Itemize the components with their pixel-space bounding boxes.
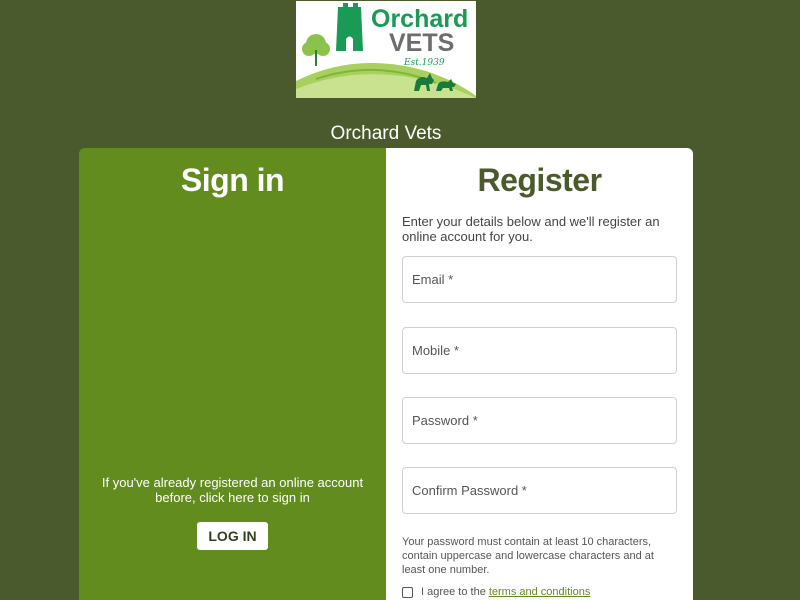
- register-intro: Enter your details below and we'll regis…: [402, 214, 660, 244]
- terms-agreement-row: I agree to the terms and conditions: [402, 586, 590, 598]
- login-button[interactable]: LOG IN: [197, 522, 268, 550]
- signin-description: If you've already registered an online a…: [101, 475, 364, 505]
- page: Orchard VETS Est.1939 Orchard Vets Sign …: [0, 0, 800, 600]
- confirm-password-field[interactable]: [402, 467, 677, 514]
- signin-title: Sign in: [180, 162, 285, 198]
- terms-link[interactable]: terms and conditions: [489, 586, 591, 598]
- terms-checkbox[interactable]: [402, 586, 413, 598]
- signin-panel: Sign in If you've already registered an …: [79, 148, 386, 600]
- auth-card: Sign in If you've already registered an …: [79, 148, 693, 600]
- register-panel: Register Enter your details below and we…: [386, 148, 693, 600]
- site-name: Orchard Vets: [330, 123, 442, 144]
- password-requirements: Your password must contain at least 10 c…: [402, 536, 654, 576]
- logo-text-est: Est.1939: [403, 58, 445, 68]
- logo-graphic: Orchard VETS Est.1939: [296, 3, 476, 98]
- mobile-field[interactable]: [402, 327, 677, 374]
- register-title: Register: [477, 162, 602, 198]
- agree-label: I agree to the: [421, 586, 486, 598]
- password-field[interactable]: [402, 397, 677, 444]
- email-field[interactable]: [402, 256, 677, 303]
- logo-text-vets: VETS: [389, 29, 454, 57]
- orchard-vets-logo[interactable]: Orchard VETS Est.1939: [296, 1, 476, 98]
